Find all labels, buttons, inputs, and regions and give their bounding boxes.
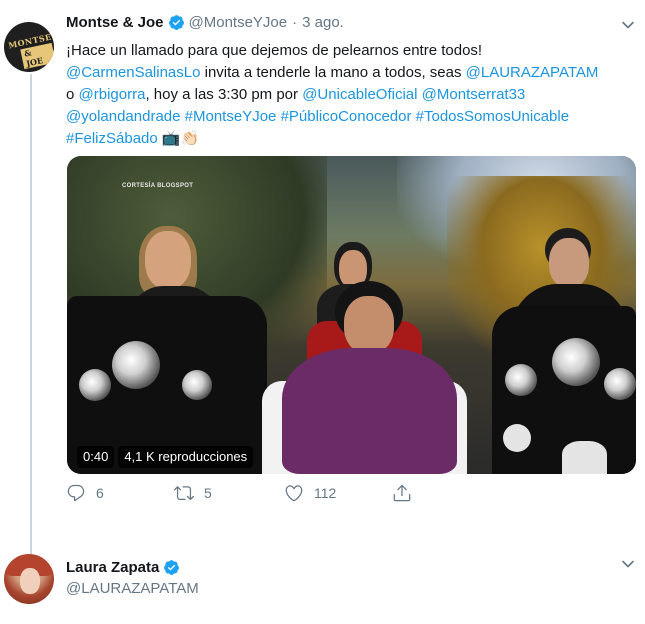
- tweet-text-segment: , hoy a las 3:30 pm por: [145, 86, 303, 103]
- avatar[interactable]: [4, 554, 54, 604]
- chevron-down-icon[interactable]: [621, 18, 635, 32]
- chevron-down-icon[interactable]: [621, 557, 635, 571]
- tweet-text-line: ¡Hace un llamado para que dejemos de pel…: [66, 40, 636, 62]
- hashtag-link[interactable]: #TodosSomosUnicable: [416, 108, 569, 125]
- mention-link[interactable]: @UnicableOficial: [302, 86, 417, 103]
- tweet-text-segment: o: [66, 86, 79, 103]
- reply-button[interactable]: 6: [66, 482, 104, 504]
- video-scene-person: [549, 238, 589, 288]
- video-scene-headlight: [182, 370, 212, 400]
- thread-line: [30, 74, 32, 554]
- verified-icon: [164, 560, 180, 575]
- author-handle[interactable]: @MontseYJoe: [189, 14, 288, 31]
- tweet-text-line: @CarmenSalinasLo invita a tenderle la ma…: [66, 62, 636, 84]
- tweet-text-line: @yolandandrade #MontseYJoe #PúblicoConoc…: [66, 106, 636, 128]
- tweet-text-line: o @rbigorra, hoy a las 3:30 pm por @Unic…: [66, 84, 636, 106]
- video-scene-headlight: [505, 364, 537, 396]
- video-duration: 0:40: [77, 446, 115, 468]
- hashtag-link[interactable]: #FelizSábado: [66, 130, 158, 147]
- tweet-text-segment: invita a tenderle la mano a todos, seas: [200, 64, 466, 81]
- mention-link[interactable]: @LAURAZAPATAM: [466, 64, 599, 81]
- share-button[interactable]: [392, 482, 412, 504]
- like-button[interactable]: 112: [284, 482, 336, 504]
- hashtag-link[interactable]: #PúblicoConocedor: [281, 108, 412, 125]
- video-scene-person: [282, 348, 457, 474]
- tweet-text-segment: 📺👏🏻: [157, 130, 200, 147]
- video-player[interactable]: CORTESÍA BLOGSPOT: [67, 156, 636, 474]
- video-scene-tire: [503, 424, 531, 452]
- like-count: 112: [314, 485, 337, 501]
- avatar-face: [20, 568, 40, 594]
- video-scene-person: [145, 231, 191, 289]
- tweet-text: ¡Hace un llamado para que dejemos de pel…: [66, 40, 636, 150]
- video-scene-tire: [562, 441, 607, 474]
- author-handle[interactable]: @LAURAZAPATAM: [66, 580, 199, 597]
- retweet-button[interactable]: 5: [174, 482, 212, 504]
- video-watermark: CORTESÍA BLOGSPOT: [122, 183, 194, 189]
- avatar[interactable]: MONTSE & JOE: [4, 22, 54, 72]
- mention-link[interactable]: @yolandandrade: [66, 108, 180, 125]
- video-views: 4,1 K reproducciones: [118, 446, 254, 468]
- verified-icon: [168, 15, 184, 30]
- tweet-header: Montse & Joe @MontseYJoe · 3 ago.: [66, 14, 344, 31]
- reply-icon: [67, 484, 85, 502]
- hashtag-link[interactable]: #MontseYJoe: [185, 108, 277, 125]
- retweet-icon: [174, 486, 194, 501]
- separator-dot: ·: [292, 14, 298, 31]
- retweet-count: 5: [204, 485, 212, 501]
- mention-link[interactable]: @CarmenSalinasLo: [66, 64, 200, 81]
- video-scene-headlight: [604, 368, 636, 400]
- reply-count: 6: [96, 485, 104, 501]
- tweet-text-line: #FelizSábado 📺👏🏻: [66, 128, 636, 150]
- video-scene-person: [344, 296, 394, 354]
- author-name[interactable]: Montse & Joe: [66, 14, 164, 31]
- video-scene-headlight: [112, 341, 160, 389]
- author-name[interactable]: Laura Zapata: [66, 559, 159, 576]
- mention-link[interactable]: @Montserrat33: [422, 86, 526, 103]
- tweet-timestamp[interactable]: 3 ago.: [302, 14, 344, 31]
- tweet-text-segment: ¡Hace un llamado para que dejemos de pel…: [66, 42, 483, 59]
- mention-link[interactable]: @rbigorra: [79, 86, 146, 103]
- video-scene-headlight: [552, 338, 600, 386]
- tweet-header: Laura Zapata: [66, 559, 184, 576]
- video-scene-headlight: [79, 369, 111, 401]
- like-icon: [285, 485, 303, 502]
- video-info-badges: 0:40 4,1 K reproducciones: [77, 446, 254, 468]
- share-icon: [393, 484, 411, 502]
